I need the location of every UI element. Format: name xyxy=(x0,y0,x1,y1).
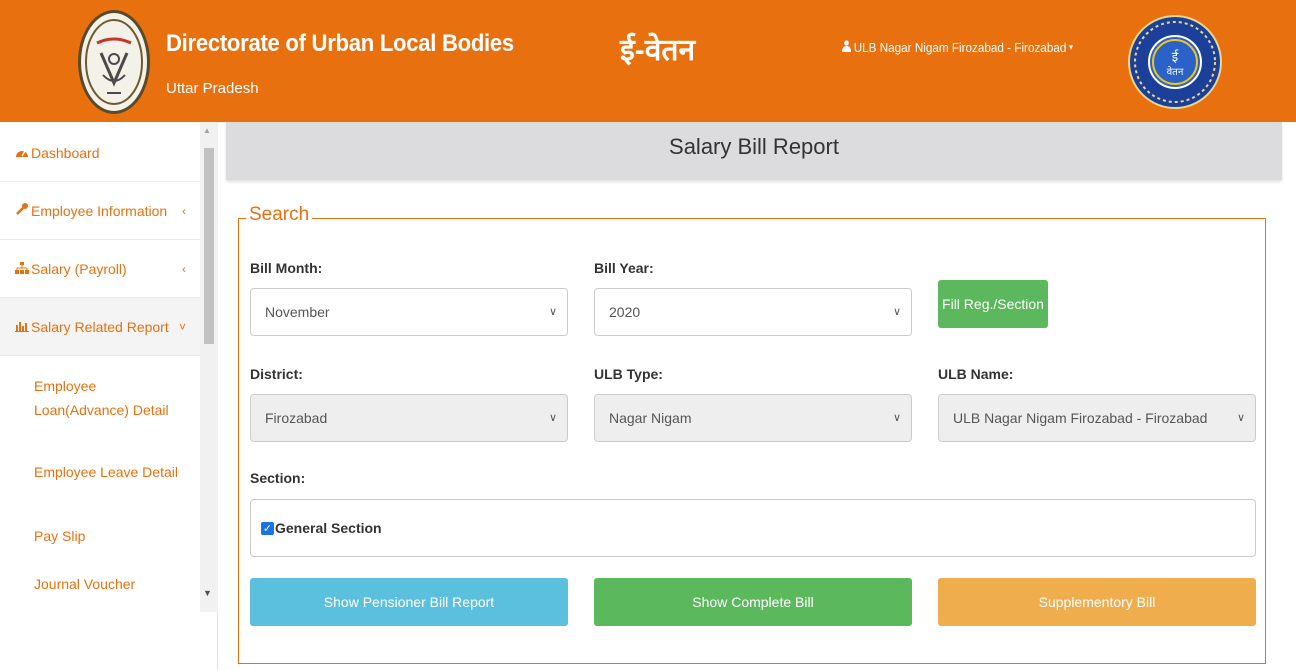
sidebar-subitem-employee-loan[interactable]: Employee Loan(Advance) Detail xyxy=(34,374,194,422)
sidebar-subitem-employee-leave[interactable]: Employee Leave Detail xyxy=(34,460,194,484)
section-list: ✓ General Section xyxy=(250,499,1256,557)
page-title: Salary Bill Report xyxy=(669,134,839,159)
app-header: Directorate of Urban Local Bodies Uttar … xyxy=(0,0,1296,122)
sidebar-item-label: Dashboard xyxy=(31,144,100,161)
supplementary-bill-button[interactable]: Supplementory Bill xyxy=(938,578,1256,626)
sidebar-item-dashboard[interactable]: Dashboard xyxy=(0,124,200,182)
ulb-name-label: ULB Name: xyxy=(938,366,1014,382)
sidebar-subitem-journal-voucher[interactable]: Journal Voucher xyxy=(34,572,194,596)
chevron-left-icon: ‹ xyxy=(182,203,186,218)
ulb-name-select[interactable]: ULB Nagar Nigam Firozabad - Firozabad ∨ xyxy=(938,394,1256,442)
bill-year-select[interactable]: 2020 ∨ xyxy=(594,288,912,336)
search-legend: Search xyxy=(246,204,313,226)
bill-month-value: November xyxy=(265,304,330,320)
sidebar-subitem-pay-slip[interactable]: Pay Slip xyxy=(34,524,194,548)
sitemap-icon xyxy=(14,261,30,277)
section-label: Section: xyxy=(250,470,306,486)
ulb-name-value: ULB Nagar Nigam Firozabad - Firozabad xyxy=(953,410,1208,426)
bill-year-value: 2020 xyxy=(609,304,641,320)
chevron-down-icon: ∨ xyxy=(1236,412,1245,424)
chevron-down-icon: ˅ xyxy=(178,319,186,334)
sidebar-item-label: Employee Information xyxy=(31,202,168,219)
sidebar-scroll-thumb[interactable] xyxy=(204,148,214,344)
sidebar-item-salary-related-report[interactable]: Salary Related Report ˅ xyxy=(0,298,200,356)
general-section-label[interactable]: General Section xyxy=(275,520,382,536)
sidebar: Dashboard Employee Information ‹ Salary … xyxy=(0,122,218,670)
chevron-down-icon: ∨ xyxy=(548,412,557,424)
scroll-down-arrow-icon[interactable]: ▼ xyxy=(203,588,212,598)
user-menu[interactable]: ULB Nagar Nigam Firozabad - Firozabad ▾ xyxy=(842,40,1073,55)
scroll-up-arrow-icon[interactable]: ▲ xyxy=(203,126,211,135)
dashboard-icon xyxy=(14,145,30,161)
svg-text:ई: ई xyxy=(1172,49,1179,65)
chevron-down-icon: ∨ xyxy=(548,306,557,318)
svg-text:वेतन: वेतन xyxy=(1167,66,1184,78)
chevron-down-icon: ∨ xyxy=(892,412,901,424)
show-complete-bill-button[interactable]: Show Complete Bill xyxy=(594,578,912,626)
ulb-type-label: ULB Type: xyxy=(594,366,663,382)
user-icon xyxy=(842,40,851,55)
bill-month-label: Bill Month: xyxy=(250,260,323,276)
ulb-type-value: Nagar Nigam xyxy=(609,410,692,426)
district-value: Firozabad xyxy=(265,410,328,426)
sidebar-item-salary-payroll[interactable]: Salary (Payroll) ‹ xyxy=(0,240,200,298)
show-pensioner-bill-report-button[interactable]: Show Pensioner Bill Report xyxy=(250,578,568,626)
bar-chart-icon xyxy=(14,319,30,335)
bill-month-select[interactable]: November ∨ xyxy=(250,288,568,336)
org-title: Directorate of Urban Local Bodies xyxy=(166,30,514,57)
sidebar-item-label: Salary Related Report xyxy=(31,318,169,335)
wrench-icon xyxy=(14,202,30,219)
chevron-down-icon: ∨ xyxy=(892,306,901,318)
page-title-bar: Salary Bill Report xyxy=(226,122,1282,180)
app-name: ई-वेतन xyxy=(620,34,696,67)
up-government-emblem xyxy=(78,10,150,114)
fill-reg-section-button[interactable]: Fill Reg./Section xyxy=(938,280,1048,328)
chevron-left-icon: ‹ xyxy=(182,261,186,276)
user-label: ULB Nagar Nigam Firozabad - Firozabad xyxy=(853,40,1067,55)
salary-management-system-logo: ई वेतन xyxy=(1128,15,1222,109)
district-select[interactable]: Firozabad ∨ xyxy=(250,394,568,442)
caret-down-icon: ▾ xyxy=(1069,42,1074,52)
ulb-type-select[interactable]: Nagar Nigam ∨ xyxy=(594,394,912,442)
district-label: District: xyxy=(250,366,303,382)
general-section-checkbox[interactable]: ✓ xyxy=(261,521,274,535)
org-subtitle: Uttar Pradesh xyxy=(166,80,259,97)
sidebar-item-label: Salary (Payroll) xyxy=(31,260,127,277)
bill-year-label: Bill Year: xyxy=(594,260,654,276)
sidebar-item-employee-information[interactable]: Employee Information ‹ xyxy=(0,182,200,240)
